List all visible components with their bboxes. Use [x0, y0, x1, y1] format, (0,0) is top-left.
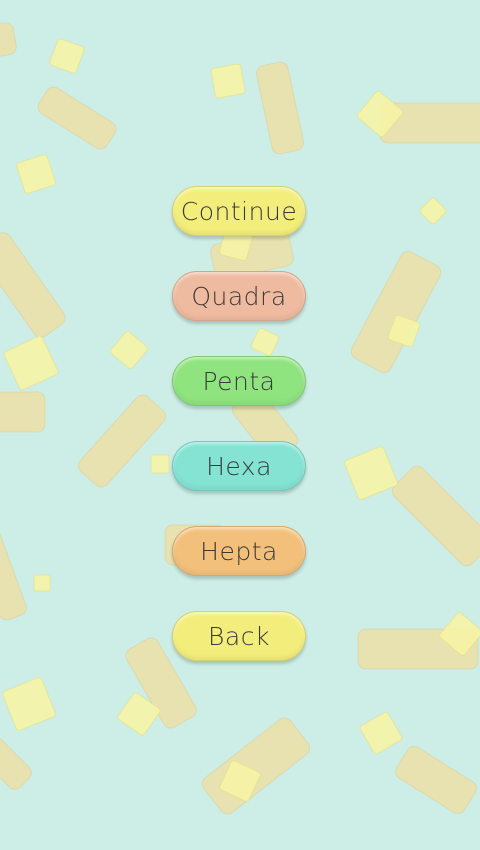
- bg-tile: [33, 574, 51, 592]
- bg-tile: [150, 454, 170, 474]
- confetti-background: [0, 0, 480, 850]
- hepta-button[interactable]: Hepta: [172, 526, 306, 576]
- game-menu-screen: { "background": { "color": "#cdeee6", "s…: [0, 0, 480, 850]
- back-button[interactable]: Back: [172, 611, 306, 661]
- bg-stick: [0, 391, 46, 433]
- continue-button[interactable]: Continue: [172, 186, 306, 236]
- quadra-button[interactable]: Quadra: [172, 271, 306, 321]
- penta-button[interactable]: Penta: [172, 356, 306, 406]
- hexa-button[interactable]: Hexa: [172, 441, 306, 491]
- bg-tile: [210, 63, 246, 99]
